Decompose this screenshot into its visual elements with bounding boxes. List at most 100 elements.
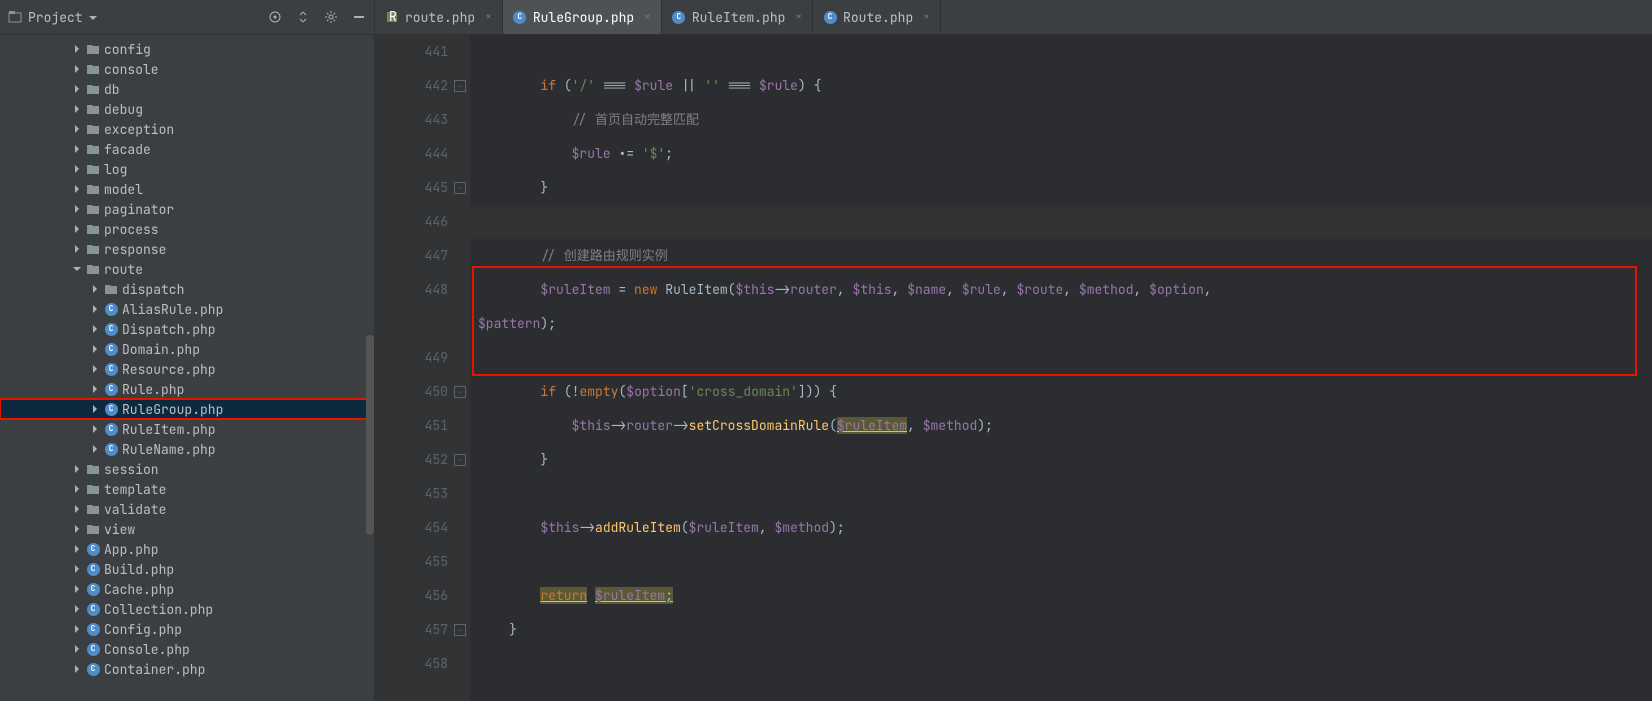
code-line[interactable]: if (!empty($option['cross_domain'])) { bbox=[470, 375, 1652, 409]
code-line[interactable]: $rule .= '$'; bbox=[470, 137, 1652, 171]
code-line[interactable]: return $ruleItem; bbox=[470, 579, 1652, 613]
expand-arrow-icon[interactable] bbox=[72, 584, 82, 594]
tab-RuleGroup-php[interactable]: CRuleGroup.php× bbox=[503, 0, 662, 34]
close-icon[interactable]: × bbox=[795, 10, 802, 24]
code-line[interactable]: } bbox=[470, 613, 1652, 647]
tree-item-RuleGroup-php[interactable]: CRuleGroup.php bbox=[0, 399, 374, 419]
expand-arrow-icon[interactable] bbox=[72, 244, 82, 254]
tree-item-Config-php[interactable]: CConfig.php bbox=[0, 619, 374, 639]
expand-arrow-icon[interactable] bbox=[72, 144, 82, 154]
expand-arrow-icon[interactable] bbox=[90, 384, 100, 394]
hide-icon[interactable] bbox=[352, 10, 366, 24]
tree-item-model[interactable]: model bbox=[0, 179, 374, 199]
tree-item-Domain-php[interactable]: CDomain.php bbox=[0, 339, 374, 359]
sidebar-scrollbar[interactable] bbox=[366, 335, 374, 535]
expand-arrow-icon[interactable] bbox=[72, 524, 82, 534]
project-panel-title[interactable]: Project bbox=[8, 9, 97, 26]
fold-icon[interactable]: − bbox=[454, 182, 466, 194]
code-line[interactable]: $this->addRuleItem($ruleItem, $method); bbox=[470, 511, 1652, 545]
tree-item-AliasRule-php[interactable]: CAliasRule.php bbox=[0, 299, 374, 319]
expand-icon[interactable] bbox=[296, 10, 310, 24]
tree-item-paginator[interactable]: paginator bbox=[0, 199, 374, 219]
expand-arrow-icon[interactable] bbox=[90, 324, 100, 334]
tree-item-process[interactable]: process bbox=[0, 219, 374, 239]
tree-item-facade[interactable]: facade bbox=[0, 139, 374, 159]
tree-item-log[interactable]: log bbox=[0, 159, 374, 179]
expand-arrow-icon[interactable] bbox=[72, 224, 82, 234]
tree-item-Build-php[interactable]: CBuild.php bbox=[0, 559, 374, 579]
tree-item-debug[interactable]: debug bbox=[0, 99, 374, 119]
expand-arrow-icon[interactable] bbox=[72, 644, 82, 654]
expand-arrow-icon[interactable] bbox=[72, 624, 82, 634]
fold-icon[interactable]: − bbox=[454, 386, 466, 398]
tree-item-config[interactable]: config bbox=[0, 39, 374, 59]
expand-arrow-icon[interactable] bbox=[72, 204, 82, 214]
expand-arrow-icon[interactable] bbox=[72, 264, 82, 274]
code-line[interactable] bbox=[470, 545, 1652, 579]
target-icon[interactable] bbox=[268, 10, 282, 24]
fold-icon[interactable]: − bbox=[454, 624, 466, 636]
tree-item-dispatch[interactable]: dispatch bbox=[0, 279, 374, 299]
code-area[interactable]: if ('/' === $rule || '' === $rule) { // … bbox=[470, 35, 1652, 701]
tree-item-Collection-php[interactable]: CCollection.php bbox=[0, 599, 374, 619]
expand-arrow-icon[interactable] bbox=[90, 424, 100, 434]
expand-arrow-icon[interactable] bbox=[72, 184, 82, 194]
expand-arrow-icon[interactable] bbox=[72, 164, 82, 174]
tree-item-template[interactable]: template bbox=[0, 479, 374, 499]
fold-icon[interactable]: − bbox=[454, 80, 466, 92]
tree-item-Cache-php[interactable]: CCache.php bbox=[0, 579, 374, 599]
expand-arrow-icon[interactable] bbox=[72, 544, 82, 554]
code-line[interactable] bbox=[470, 341, 1652, 375]
tree-item-RuleName-php[interactable]: CRuleName.php bbox=[0, 439, 374, 459]
close-icon[interactable]: × bbox=[485, 10, 492, 24]
code-line[interactable] bbox=[470, 477, 1652, 511]
expand-arrow-icon[interactable] bbox=[72, 564, 82, 574]
expand-arrow-icon[interactable] bbox=[72, 464, 82, 474]
expand-arrow-icon[interactable] bbox=[72, 604, 82, 614]
code-line[interactable]: $this->router->setCrossDomainRule($ruleI… bbox=[470, 409, 1652, 443]
tree-item-Console-php[interactable]: CConsole.php bbox=[0, 639, 374, 659]
tree-item-Rule-php[interactable]: CRule.php bbox=[0, 379, 374, 399]
expand-arrow-icon[interactable] bbox=[90, 304, 100, 314]
tab-route-php[interactable]: Rroute.php× bbox=[375, 0, 503, 34]
tree-item-Container-php[interactable]: CContainer.php bbox=[0, 659, 374, 679]
tree-item-db[interactable]: db bbox=[0, 79, 374, 99]
tree-item-session[interactable]: session bbox=[0, 459, 374, 479]
tree-item-route[interactable]: route bbox=[0, 259, 374, 279]
expand-arrow-icon[interactable] bbox=[72, 484, 82, 494]
code-line[interactable] bbox=[470, 647, 1652, 681]
tree-item-console[interactable]: console bbox=[0, 59, 374, 79]
code-line[interactable] bbox=[470, 205, 1652, 239]
code-line[interactable]: } bbox=[470, 171, 1652, 205]
expand-arrow-icon[interactable] bbox=[90, 404, 100, 414]
expand-arrow-icon[interactable] bbox=[72, 504, 82, 514]
expand-arrow-icon[interactable] bbox=[90, 284, 100, 294]
expand-arrow-icon[interactable] bbox=[72, 104, 82, 114]
expand-arrow-icon[interactable] bbox=[72, 664, 82, 674]
code-line[interactable]: $ruleItem = new RuleItem($this->router, … bbox=[470, 273, 1652, 341]
tree-item-RuleItem-php[interactable]: CRuleItem.php bbox=[0, 419, 374, 439]
expand-arrow-icon[interactable] bbox=[90, 444, 100, 454]
tab-RuleItem-php[interactable]: CRuleItem.php× bbox=[662, 0, 813, 34]
expand-arrow-icon[interactable] bbox=[90, 344, 100, 354]
tree-item-Resource-php[interactable]: CResource.php bbox=[0, 359, 374, 379]
tree-item-exception[interactable]: exception bbox=[0, 119, 374, 139]
gear-icon[interactable] bbox=[324, 10, 338, 24]
code-editor[interactable]: −−−−− 4414424434444454464474484494504514… bbox=[375, 35, 1652, 701]
fold-icon[interactable]: − bbox=[454, 454, 466, 466]
tab-Route-php[interactable]: CRoute.php× bbox=[813, 0, 941, 34]
code-line[interactable] bbox=[470, 35, 1652, 69]
tree-item-Dispatch-php[interactable]: CDispatch.php bbox=[0, 319, 374, 339]
expand-arrow-icon[interactable] bbox=[90, 364, 100, 374]
panel-dropdown-icon[interactable] bbox=[89, 9, 97, 26]
tree-item-response[interactable]: response bbox=[0, 239, 374, 259]
tree-item-view[interactable]: view bbox=[0, 519, 374, 539]
code-line[interactable]: if ('/' === $rule || '' === $rule) { bbox=[470, 69, 1652, 103]
expand-arrow-icon[interactable] bbox=[72, 84, 82, 94]
expand-arrow-icon[interactable] bbox=[72, 44, 82, 54]
tree-item-App-php[interactable]: CApp.php bbox=[0, 539, 374, 559]
code-line[interactable]: // 首页自动完整匹配 bbox=[470, 103, 1652, 137]
tree-item-validate[interactable]: validate bbox=[0, 499, 374, 519]
expand-arrow-icon[interactable] bbox=[72, 64, 82, 74]
project-tree[interactable]: configconsoledbdebugexceptionfacadelogmo… bbox=[0, 35, 375, 701]
